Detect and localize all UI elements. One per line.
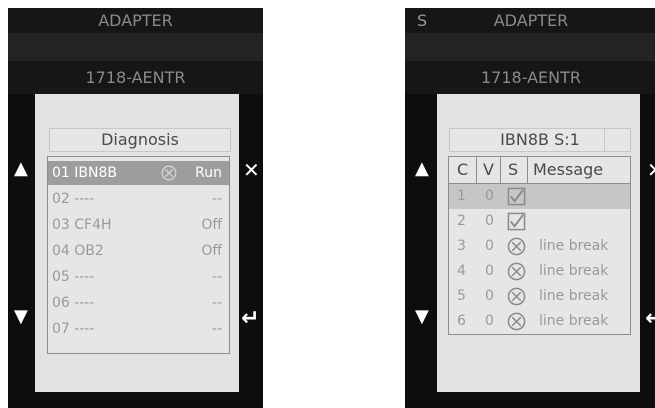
table-body: 1 0 2 0 3 0 line break 4 0 line break 5 0 line break… (449, 184, 630, 334)
cell-value: 0 (485, 213, 494, 229)
column-header-s: S (508, 160, 519, 179)
x-circle-icon (507, 312, 526, 331)
list-item-label: 06 ---- (52, 295, 95, 311)
module-list: 01 IBN8B Run 02 ---- -- 03 CF4H Off 04 OB2 Off 0… (47, 156, 230, 354)
list-item[interactable]: 02 ---- -- (48, 187, 229, 211)
up-arrow-icon[interactable]: ▲ (14, 160, 28, 178)
list-item-state: -- (211, 295, 222, 311)
module-name: 1718-AENTR (8, 61, 263, 94)
column-divider (476, 157, 477, 183)
list-item-label: 03 CF4H (52, 217, 112, 233)
table-row[interactable]: 10 (449, 184, 630, 209)
header-spacer (405, 33, 655, 61)
slot-label: S (417, 11, 428, 30)
table-row[interactable]: 20 (449, 209, 630, 234)
cell-channel: 4 (457, 263, 466, 279)
checkbox-checked-icon (507, 187, 526, 206)
enter-icon[interactable]: ↵ (241, 308, 259, 330)
x-circle-icon (161, 165, 177, 181)
list-item[interactable]: 07 ---- -- (48, 317, 229, 341)
down-arrow-icon[interactable]: ▼ (14, 308, 28, 326)
x-circle-icon (507, 237, 526, 256)
enter-icon[interactable]: ↵ (645, 308, 655, 330)
cell-channel: 5 (457, 288, 466, 304)
header-spacer (8, 33, 263, 61)
up-arrow-icon[interactable]: ▲ (415, 160, 429, 178)
channel-status-screen: IBN8B S:1 C V S Message 1 0 2 0 3 0 line break… (437, 94, 640, 392)
cell-value: 0 (485, 188, 494, 204)
cell-value: 0 (485, 288, 494, 304)
table-header: C V S Message (449, 157, 630, 184)
channel-table: C V S Message 1 0 2 0 3 0 line break 4 0 line bre… (448, 156, 631, 335)
device-panel-left: ADAPTER 1718-AENTR ▲ ▼ ✕ ↵ Diagnosis 01 … (8, 8, 263, 408)
list-item-state: -- (211, 191, 222, 207)
column-divider (527, 157, 528, 183)
column-header-c: C (457, 160, 469, 179)
module-name: 1718-AENTR (405, 61, 655, 94)
cell-message: line break (539, 288, 609, 304)
title-divider (604, 128, 605, 152)
x-circle-icon (507, 287, 526, 306)
cell-value: 0 (485, 263, 494, 279)
checkbox-checked-icon (507, 212, 526, 231)
list-item[interactable]: 04 OB2 Off (48, 239, 229, 263)
x-circle-icon (507, 262, 526, 281)
cell-message: line break (539, 238, 609, 254)
column-header-v: V (483, 160, 494, 179)
header-title: ADAPTER (405, 8, 655, 33)
table-row[interactable]: 5 0 line break (449, 284, 630, 309)
list-item[interactable]: 06 ---- -- (48, 291, 229, 315)
list-item[interactable]: 03 CF4H Off (48, 213, 229, 237)
table-row[interactable]: 6 0 line break (449, 309, 630, 334)
diagnosis-screen: Diagnosis 01 IBN8B Run 02 ---- -- 03 CF4H Off… (35, 94, 239, 392)
list-item[interactable]: 05 ---- -- (48, 265, 229, 289)
list-item-state: Run (195, 165, 222, 181)
down-arrow-icon[interactable]: ▼ (415, 308, 429, 326)
list-item-label: 05 ---- (52, 269, 95, 285)
list-item-label: 07 ---- (52, 321, 95, 337)
close-icon[interactable]: ✕ (243, 160, 260, 180)
screen-title: Diagnosis (49, 128, 231, 152)
list-item-state: -- (211, 321, 222, 337)
cell-channel: 6 (457, 313, 466, 329)
column-divider (500, 157, 501, 183)
list-item[interactable]: 01 IBN8B Run (48, 161, 229, 185)
list-item-label: 02 ---- (52, 191, 95, 207)
list-item-label: 04 OB2 (52, 243, 104, 259)
column-header-message: Message (533, 160, 604, 179)
cell-channel: 3 (457, 238, 466, 254)
cell-value: 0 (485, 313, 494, 329)
list-item-label: 01 IBN8B (52, 165, 117, 181)
close-icon[interactable]: ✕ (647, 160, 655, 180)
device-panel-right: ADAPTER S 1718-AENTR ▲ ▼ ✕ ↵ IBN8B S:1 C… (405, 8, 655, 408)
header-title: ADAPTER (8, 8, 263, 33)
cell-channel: 2 (457, 213, 466, 229)
table-row[interactable]: 3 0 line break (449, 234, 630, 259)
cell-message: line break (539, 263, 609, 279)
cell-message: line break (539, 313, 609, 329)
cell-channel: 1 (457, 188, 466, 204)
list-item-state: Off (201, 217, 222, 233)
list-item-state: -- (211, 269, 222, 285)
table-row[interactable]: 4 0 line break (449, 259, 630, 284)
list-item-state: Off (201, 243, 222, 259)
cell-value: 0 (485, 238, 494, 254)
